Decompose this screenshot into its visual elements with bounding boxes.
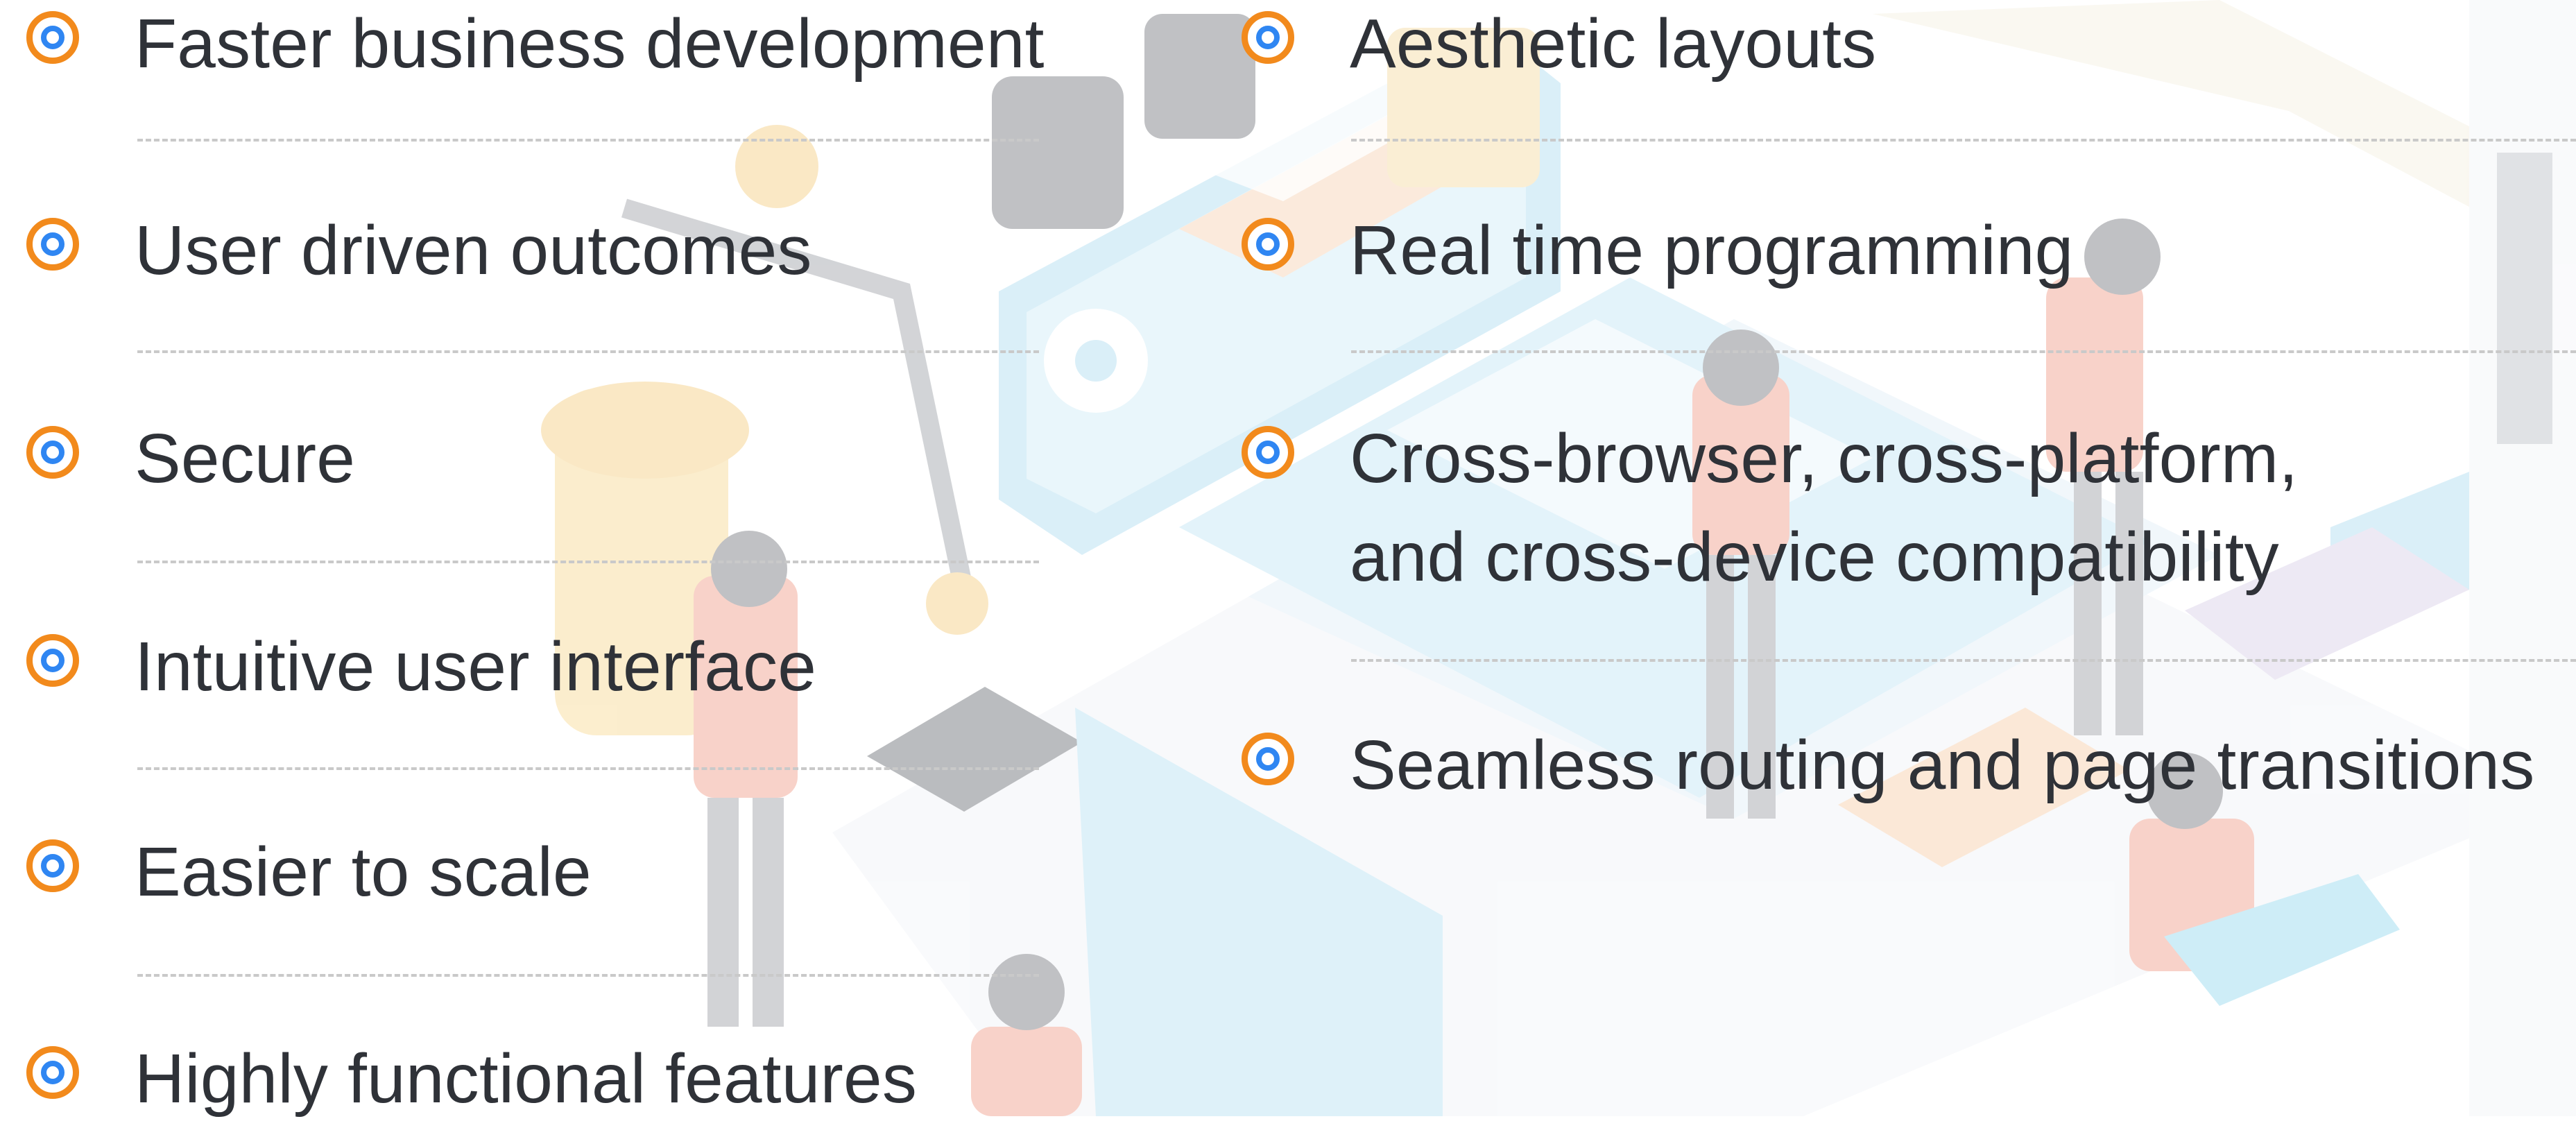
divider [1351, 139, 2576, 142]
feature-list: Faster business development User driven … [0, 0, 2576, 1118]
feature-label: Real time programming [1350, 212, 2074, 289]
feature-item: Real time programming [1242, 201, 2073, 300]
feature-label: Faster business development [135, 5, 1045, 83]
feature-label: Intuitive user interface [135, 628, 817, 706]
feature-label: Cross-browser, cross-platform, and cross… [1350, 420, 2299, 596]
feature-item: Secure [26, 409, 355, 508]
target-bullet-icon [26, 11, 79, 64]
feature-label: Seamless routing and page transitions [1350, 726, 2535, 804]
feature-item: Aesthetic layouts [1242, 0, 1876, 93]
feature-item: Cross-browser, cross-platform, and cross… [1242, 409, 2298, 606]
feature-label: User driven outcomes [135, 212, 812, 289]
divider [137, 350, 1039, 353]
feature-item: Intuitive user interface [26, 617, 816, 716]
feature-label: Aesthetic layouts [1350, 5, 1877, 83]
target-bullet-icon [1242, 11, 1294, 64]
feature-item: Highly functional features [26, 1029, 917, 1128]
divider [137, 139, 1039, 142]
divider [137, 767, 1039, 770]
feature-item: Easier to scale [26, 823, 592, 921]
divider [1351, 350, 2576, 353]
target-bullet-icon [26, 218, 79, 271]
divider [137, 974, 1039, 977]
target-bullet-icon [1242, 426, 1294, 479]
target-bullet-icon [1242, 218, 1294, 271]
target-bullet-icon [26, 634, 79, 687]
target-bullet-icon [26, 1046, 79, 1099]
divider [137, 561, 1039, 563]
feature-item: Seamless routing and page transitions [1242, 716, 2534, 814]
feature-label: Secure [135, 420, 356, 497]
feature-item: Faster business development [26, 0, 1045, 93]
target-bullet-icon [26, 426, 79, 479]
feature-item: User driven outcomes [26, 201, 812, 300]
feature-label: Highly functional features [135, 1040, 918, 1118]
divider [1351, 659, 2576, 662]
feature-label: Easier to scale [135, 833, 592, 911]
target-bullet-icon [1242, 733, 1294, 785]
target-bullet-icon [26, 839, 79, 892]
